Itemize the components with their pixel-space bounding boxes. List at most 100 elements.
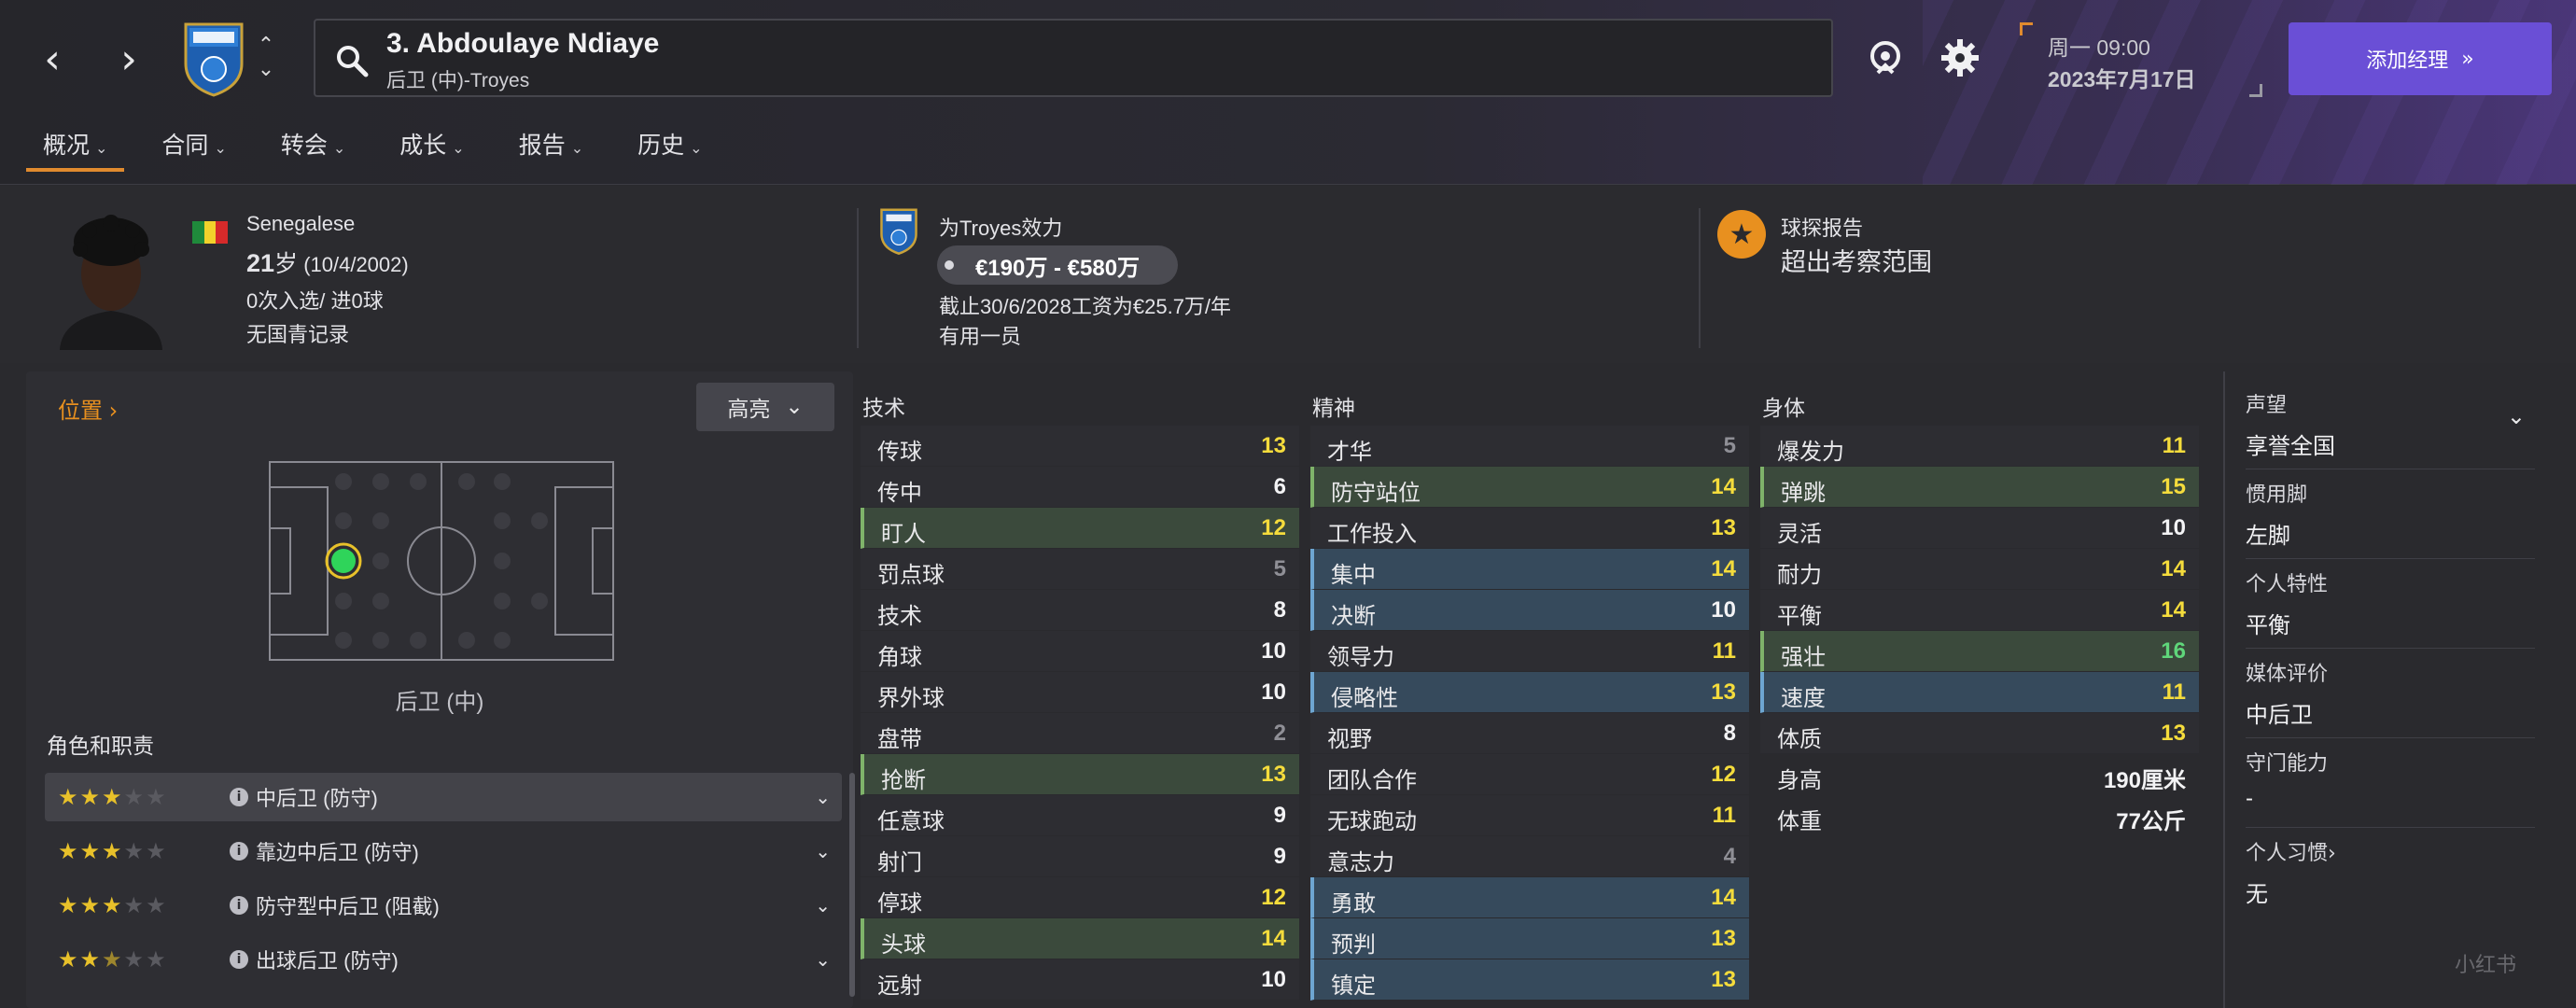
attribute-row[interactable]: 平衡 14 — [1760, 590, 2199, 631]
game-date[interactable]: 周一 09:00 2023年7月17日 — [2020, 22, 2262, 97]
chevron-down-icon[interactable]: ⌄ — [815, 894, 831, 917]
attribute-row[interactable]: 镇定 13 — [1310, 959, 1749, 1001]
attribute-value: 16 — [2161, 638, 2186, 664]
tab-reports[interactable]: 报告 ⌄ — [502, 123, 600, 172]
attribute-name: 爆发力 — [1777, 440, 1844, 465]
weight-label: 体重 — [1777, 809, 1822, 834]
chevron-right-icon: › — [2328, 842, 2336, 865]
attribute-value: 14 — [1711, 474, 1736, 499]
attribute-row[interactable]: 灵活 10 — [1760, 508, 2199, 549]
attribute-row[interactable]: 头球 14 — [861, 918, 1299, 959]
club-badge-icon[interactable] — [182, 19, 245, 97]
chevron-down-icon[interactable]: ⌄ — [815, 840, 831, 862]
attribute-row[interactable]: 盯人 12 — [861, 508, 1299, 549]
attribute-row[interactable]: 勇敢 14 — [1310, 877, 1749, 918]
highlight-dropdown[interactable]: 高亮 ⌄ — [696, 383, 834, 431]
attribute-row[interactable]: 盘带 2 — [861, 713, 1299, 754]
height-value: 190厘米 — [2103, 768, 2186, 793]
attribute-row[interactable]: 意志力 4 — [1310, 836, 1749, 877]
attribute-row[interactable]: 防守站位 14 — [1310, 467, 1749, 508]
forward-arrow-icon[interactable]: › — [110, 35, 147, 83]
role-row[interactable]: ★★★★★ i 出球后卫 (防守) ⌄ — [45, 935, 842, 984]
attribute-row[interactable]: 强壮 16 — [1760, 631, 2199, 672]
attribute-value: 12 — [1261, 885, 1286, 910]
role-row[interactable]: ★★★★★ i 防守型中后卫 (阻截) ⌄ — [45, 881, 842, 930]
scout-report-value: 超出考察范围 — [1781, 248, 1932, 276]
reputation-item[interactable]: 声望 享誉全国 ⌄ — [2246, 388, 2535, 460]
info-icon[interactable]: i — [230, 950, 248, 969]
attribute-value: 12 — [1261, 515, 1286, 540]
role-rating-stars: ★★★★★ — [58, 892, 168, 918]
gear-icon[interactable] — [1938, 35, 1982, 80]
attribute-row[interactable]: 工作投入 13 — [1310, 508, 1749, 549]
attribute-row[interactable]: 抢断 13 — [861, 754, 1299, 795]
wage-range-pill[interactable]: €190万 - €580万 — [937, 245, 1178, 285]
attribute-row[interactable]: 罚点球 5 — [861, 549, 1299, 590]
attribute-row[interactable]: 角球 10 — [861, 631, 1299, 672]
attribute-value: 14 — [1711, 556, 1736, 581]
attribute-value: 5 — [1723, 433, 1736, 458]
chevron-down-icon[interactable]: ⌄ — [2507, 403, 2526, 429]
attribute-row[interactable]: 视野 8 — [1310, 713, 1749, 754]
nationality: Senegalese — [246, 212, 356, 235]
attribute-row[interactable]: 射门 9 — [861, 836, 1299, 877]
tab-development[interactable]: 成长 ⌄ — [383, 123, 481, 172]
player-traits-item[interactable]: 个人习惯› 无 — [2246, 836, 2535, 908]
roles-scrollbar[interactable] — [849, 773, 855, 997]
attribute-row[interactable]: 集中 14 — [1310, 549, 1749, 590]
tab-contract[interactable]: 合同 ⌄ — [145, 123, 243, 172]
position-link[interactable]: 位置 › — [58, 392, 118, 425]
attribute-row[interactable]: 技术 8 — [861, 590, 1299, 631]
attribute-name: 远射 — [877, 973, 922, 999]
attribute-row[interactable]: 停球 12 — [861, 877, 1299, 918]
personality-label: 个人特性 — [2246, 572, 2329, 595]
attribute-row[interactable]: 侵略性 13 — [1310, 672, 1749, 713]
scout-report-title: 球探报告 — [1781, 217, 1864, 240]
role-row[interactable]: ★★★★★ i 中后卫 (防守) ⌄ — [45, 773, 842, 821]
role-rating-stars: ★★★★★ — [58, 946, 168, 973]
date-full: 2023年7月17日 — [2048, 67, 2196, 91]
attribute-name: 预判 — [1331, 932, 1376, 958]
tab-history[interactable]: 历史 ⌄ — [621, 123, 719, 172]
player-switch-icon[interactable]: ⌃ ⌄ — [254, 34, 278, 86]
role-row[interactable]: ★★★★★ i 靠边中后卫 (防守) ⌄ — [45, 827, 842, 875]
assistant-icon[interactable] — [1863, 35, 1908, 80]
attribute-row[interactable]: 远射 10 — [861, 959, 1299, 1001]
attribute-row[interactable]: 团队合作 12 — [1310, 754, 1749, 795]
chevron-down-icon[interactable]: ⌄ — [815, 786, 831, 808]
attribute-row[interactable]: 体质 13 — [1760, 713, 2199, 754]
back-arrow-icon[interactable]: ‹ — [34, 35, 71, 83]
attribute-name: 弹跳 — [1781, 481, 1826, 506]
technical-title: 技术 — [862, 396, 905, 420]
attribute-row[interactable]: 耐力 14 — [1760, 549, 2199, 590]
attribute-row[interactable]: 决断 10 — [1310, 590, 1749, 631]
info-icon[interactable]: i — [230, 896, 248, 915]
chevron-down-icon: ⌄ — [570, 141, 584, 157]
physical-title: 身体 — [1762, 396, 1805, 420]
attribute-row[interactable]: 弹跳 15 — [1760, 467, 2199, 508]
player-search-bar[interactable]: 3. Abdoulaye Ndiaye 后卫 (中)-Troyes — [314, 19, 1833, 97]
chevron-down-icon[interactable]: ⌄ — [815, 948, 831, 971]
attribute-row[interactable]: 爆发力 11 — [1760, 426, 2199, 467]
attribute-value: 10 — [1711, 597, 1736, 623]
info-icon[interactable]: i — [230, 842, 248, 861]
attribute-value: 11 — [2162, 433, 2186, 458]
add-manager-button[interactable]: 添加经理 » — [2289, 22, 2552, 95]
attribute-name: 领导力 — [1327, 645, 1394, 670]
attribute-row[interactable]: 领导力 11 — [1310, 631, 1749, 672]
attribute-row[interactable]: 无球跑动 11 — [1310, 795, 1749, 836]
attribute-name: 罚点球 — [877, 563, 945, 588]
search-icon[interactable] — [334, 43, 370, 78]
info-icon[interactable]: i — [230, 788, 248, 806]
attribute-row[interactable]: 才华 5 — [1310, 426, 1749, 467]
attribute-row[interactable]: 速度 11 — [1760, 672, 2199, 713]
attribute-row[interactable]: 界外球 10 — [861, 672, 1299, 713]
attribute-row[interactable]: 任意球 9 — [861, 795, 1299, 836]
attribute-row[interactable]: 传球 13 — [861, 426, 1299, 467]
tab-overview[interactable]: 概况 ⌄ — [26, 123, 125, 172]
separator — [2246, 648, 2535, 649]
attribute-row[interactable]: 传中 6 — [861, 467, 1299, 508]
attribute-value: 13 — [1261, 433, 1286, 458]
attribute-row[interactable]: 预判 13 — [1310, 918, 1749, 959]
tab-transfer[interactable]: 转会 ⌄ — [264, 123, 362, 172]
